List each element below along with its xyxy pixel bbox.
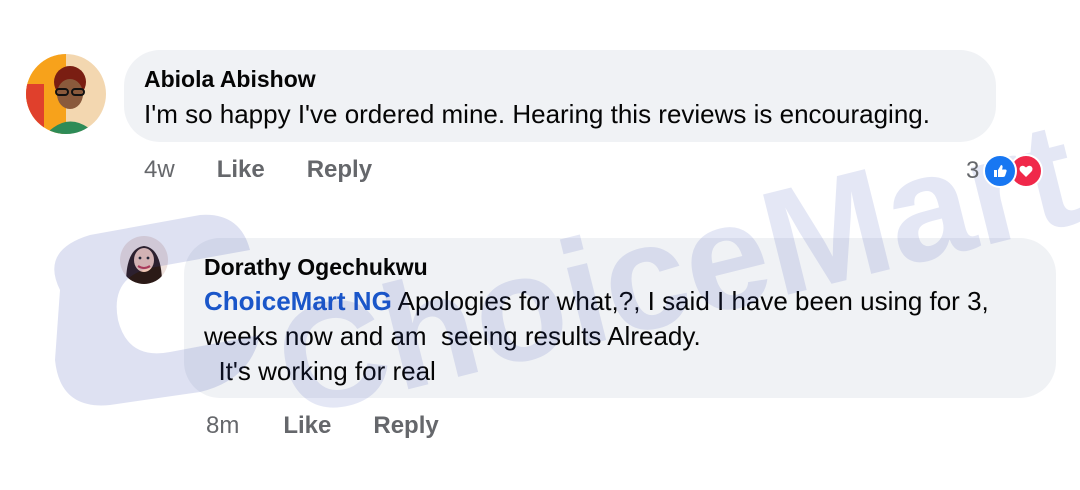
like-button[interactable]: Like <box>283 412 331 440</box>
like-icon <box>983 154 1018 188</box>
comment-actions: 4w Like Reply <box>144 156 372 184</box>
comment-text: ChoiceMart NG Apologies for what,?, I sa… <box>204 283 989 319</box>
comment-text-line1: Apologies for what,?, I said I have been… <box>391 286 989 316</box>
like-button[interactable]: Like <box>217 156 265 184</box>
comment-author[interactable]: Dorathy Ogechukwu <box>204 254 428 281</box>
comment-author[interactable]: Abiola Abishow <box>144 66 316 93</box>
comment-text-line3: It's working for real <box>204 356 436 386</box>
avatar-dorathy[interactable] <box>120 236 168 284</box>
comment-text: I'm so happy I've ordered mine. Hearing … <box>144 99 930 129</box>
comment-text-line2: weeks now and am seeing results Already. <box>204 321 701 351</box>
comment-timestamp[interactable]: 4w <box>144 156 175 184</box>
reply-button[interactable]: Reply <box>373 412 438 440</box>
reaction-count: 3 <box>966 157 980 184</box>
reactions-summary[interactable]: 3 <box>966 154 1044 188</box>
comment-timestamp[interactable]: 8m <box>206 412 239 440</box>
comment-actions: 8m Like Reply <box>206 412 439 440</box>
reply-button[interactable]: Reply <box>307 156 372 184</box>
mention-link[interactable]: ChoiceMart NG <box>204 286 392 316</box>
avatar-abiola[interactable] <box>26 54 106 134</box>
